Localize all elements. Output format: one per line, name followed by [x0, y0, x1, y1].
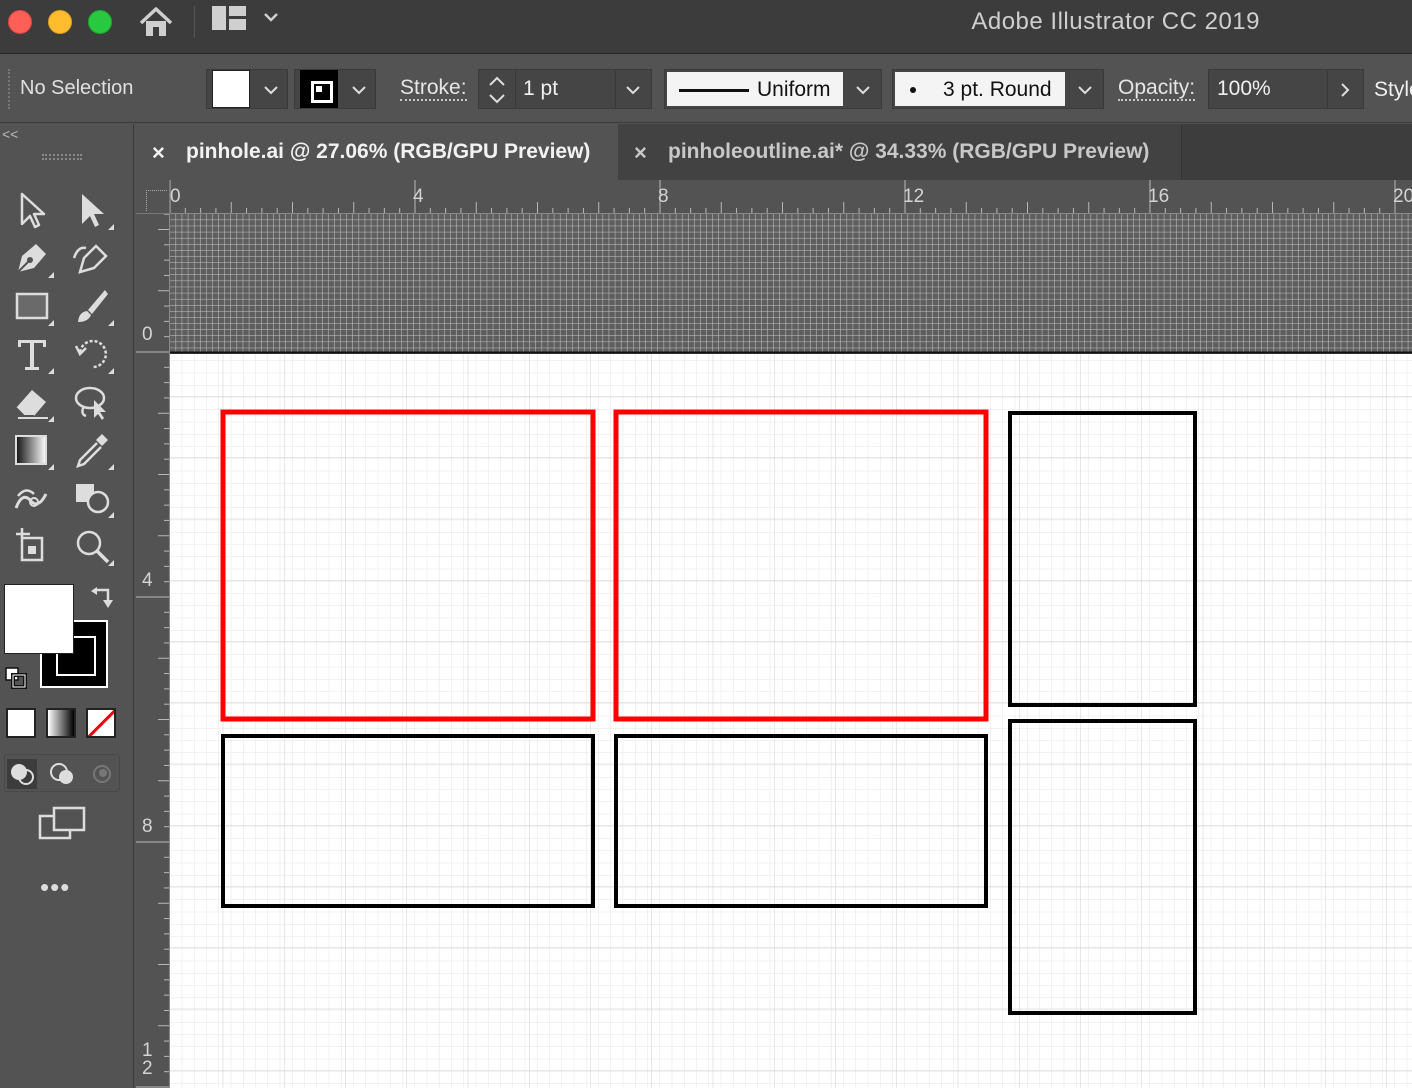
home-icon[interactable] — [138, 4, 174, 40]
tools-panel: << ••• — [0, 124, 134, 1088]
brush-dot-icon — [910, 87, 916, 93]
gradient-tool-icon[interactable] — [12, 430, 60, 474]
selection-status: No Selection — [20, 77, 134, 99]
document-tabs: × pinhole.ai @ 27.06% (RGB/GPU Preview) … — [136, 124, 1412, 180]
paintbrush-tool-icon[interactable] — [72, 286, 120, 330]
fill-swatch[interactable] — [212, 70, 250, 108]
direct-selection-tool-icon[interactable] — [72, 190, 120, 234]
fill-color-swatch[interactable] — [4, 584, 74, 654]
ruler-label: 16 — [1148, 186, 1170, 207]
pasteboard-grid — [170, 214, 1412, 352]
ruler-label: 8 — [142, 816, 153, 837]
ruler-label: 4 — [413, 186, 424, 207]
opacity-value[interactable]: 100% — [1217, 77, 1271, 101]
chevron-down-icon[interactable] — [262, 8, 280, 26]
close-icon[interactable]: × — [152, 140, 165, 166]
window-close-button[interactable] — [8, 10, 32, 34]
shape-builder-tool-icon[interactable] — [72, 478, 120, 522]
curvature-tool-icon[interactable] — [72, 238, 120, 282]
chevron-down-icon[interactable] — [855, 82, 871, 98]
ruler-label: 4 — [142, 570, 153, 591]
tab-label: pinholeoutline.ai* @ 34.33% (RGB/GPU Pre… — [668, 140, 1150, 163]
stroke-weight-field[interactable]: 1 pt — [478, 69, 652, 109]
zoom-tool-icon[interactable] — [72, 526, 120, 570]
ruler-label: 1 2 — [142, 1040, 153, 1079]
brush-definition[interactable]: 3 pt. Round — [892, 69, 1104, 109]
ruler-label: 20 — [1393, 186, 1412, 207]
window-maximize-button[interactable] — [88, 10, 112, 34]
chevron-down-icon[interactable] — [625, 82, 641, 98]
title-divider — [194, 6, 195, 38]
ruler-label: 8 — [658, 186, 669, 207]
rectangle-tool-icon[interactable] — [12, 286, 60, 330]
selection-tool-icon[interactable] — [12, 190, 60, 234]
eraser-tool-icon[interactable] — [12, 382, 60, 426]
type-tool-icon[interactable] — [12, 334, 60, 378]
drawing-modes — [4, 754, 120, 792]
opacity-label[interactable]: Opacity: — [1118, 77, 1196, 101]
draw-inside-icon[interactable] — [87, 759, 117, 789]
document-tab-pinhole[interactable]: × pinhole.ai @ 27.06% (RGB/GPU Preview) — [136, 124, 618, 180]
color-mode-button[interactable] — [6, 708, 36, 738]
stroke-swatch[interactable] — [300, 70, 338, 108]
document-tab-pinholeoutline[interactable]: × pinholeoutline.ai* @ 34.33% (RGB/GPU P… — [618, 124, 1182, 180]
chevron-right-icon[interactable] — [1337, 82, 1353, 98]
horizontal-ruler[interactable]: 0 4 8 12 16 20 — [170, 180, 1412, 214]
ruler-origin[interactable] — [136, 180, 170, 214]
style-label[interactable]: Style — [1374, 78, 1412, 102]
lasso-tool-icon[interactable] — [72, 382, 120, 426]
window-minimize-button[interactable] — [48, 10, 72, 34]
chevron-down-icon[interactable] — [263, 82, 279, 98]
artboard-tool-icon[interactable] — [12, 526, 60, 570]
rotate-tool-icon[interactable] — [72, 334, 120, 378]
title-bar: Adobe Illustrator CC 2019 — [0, 0, 1412, 54]
edit-toolbar-button[interactable]: ••• — [40, 872, 70, 903]
chevron-down-icon[interactable] — [1077, 82, 1093, 98]
panel-grip[interactable] — [8, 69, 12, 109]
app-title: Adobe Illustrator CC 2019 — [971, 8, 1260, 35]
default-fill-stroke-icon[interactable] — [4, 666, 28, 690]
collapse-panel-button[interactable]: << — [2, 126, 18, 142]
draw-normal-icon[interactable] — [7, 759, 37, 789]
ruler-label: 0 — [142, 324, 153, 345]
panel-grip[interactable] — [42, 154, 82, 160]
profile-line-icon — [679, 89, 749, 92]
eyedropper-tool-icon[interactable] — [72, 430, 120, 474]
stroke-label[interactable]: Stroke: — [400, 77, 467, 101]
chevron-down-icon[interactable] — [351, 82, 367, 98]
opacity-field[interactable]: 100% — [1208, 69, 1364, 109]
close-icon[interactable]: × — [634, 140, 647, 166]
screen-mode-icon[interactable] — [38, 806, 86, 842]
ruler-label: 12 — [903, 186, 925, 207]
draw-behind-icon[interactable] — [47, 759, 77, 789]
stepper-icon[interactable] — [485, 72, 509, 108]
swap-fill-stroke-icon[interactable] — [88, 584, 116, 612]
none-mode-button[interactable] — [86, 708, 116, 738]
stroke-weight-value[interactable]: 1 pt — [523, 77, 558, 101]
gradient-mode-button[interactable] — [46, 708, 76, 738]
profile-label: Uniform — [757, 78, 831, 101]
ruler-label: 0 — [170, 186, 181, 207]
pen-tool-icon[interactable] — [12, 238, 60, 282]
variable-width-profile[interactable]: Uniform — [664, 69, 882, 109]
document-canvas[interactable] — [170, 214, 1412, 1088]
tab-label: pinhole.ai @ 27.06% (RGB/GPU Preview) — [186, 140, 591, 163]
vertical-ruler[interactable]: 0 4 8 1 2 — [136, 214, 170, 1088]
control-bar: No Selection Stroke: 1 pt Uniform 3 pt. … — [0, 55, 1412, 123]
puppet-warp-tool-icon[interactable] — [12, 478, 60, 522]
workspace-switcher-icon[interactable] — [212, 6, 246, 30]
brush-label: 3 pt. Round — [943, 78, 1052, 101]
